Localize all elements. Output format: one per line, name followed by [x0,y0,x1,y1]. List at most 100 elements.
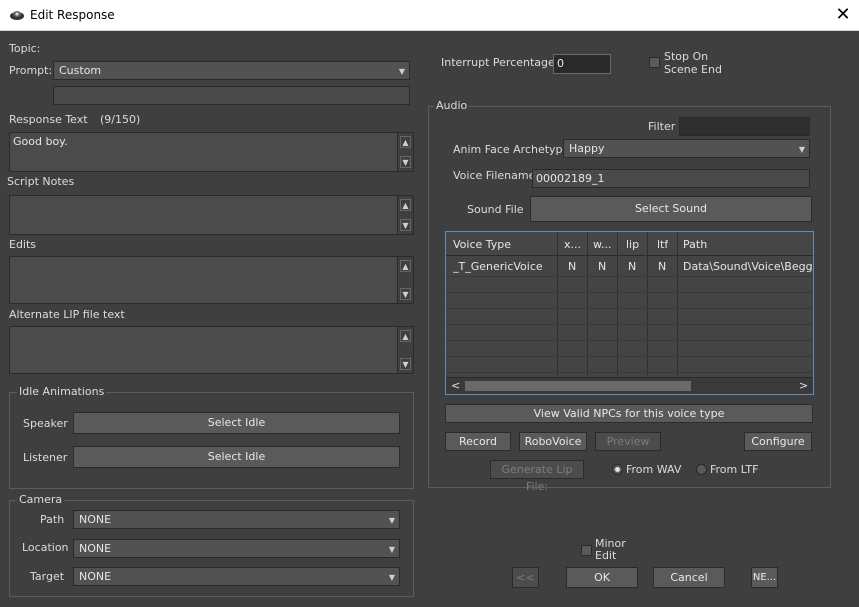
grid-row-line [446,276,813,277]
response-text-scrollbar[interactable]: ▲ ▼ [397,133,413,171]
grid-row-line [446,340,813,341]
stop-on-scene-end-line1: Stop On [664,50,709,63]
scroll-down-icon[interactable]: ▼ [400,358,411,370]
cancel-button[interactable]: Cancel [653,567,725,588]
listener-select-idle-button[interactable]: Select Idle [73,446,400,468]
preview-button[interactable]: Preview [595,432,661,451]
script-notes-label: Script Notes [7,175,75,188]
edits-scrollbar[interactable]: ▲ ▼ [397,257,413,303]
col-lip[interactable]: lip [626,238,639,251]
anim-face-archetype-label: Anim Face Archetype [453,143,570,156]
chevron-down-icon: ▼ [398,67,405,76]
camera-location-value: NONE [79,542,112,555]
row-path: Data\Sound\Voice\Beggar_ [683,260,813,273]
alt-lip-scrollbar[interactable]: ▲ ▼ [397,327,413,373]
ok-button[interactable]: OK [566,567,638,588]
next-button[interactable]: NE... [751,567,778,588]
from-ltf-label: From LTF [710,463,759,476]
view-valid-npcs-button[interactable]: View Valid NPCs for this voice type [445,404,813,423]
camera-label: Camera [17,493,65,506]
minor-edit-line2: Edit [595,549,617,562]
scroll-left-icon[interactable]: < [451,379,460,392]
stop-on-scene-end-line2: Scene End [664,63,722,76]
response-text-count: (9/150) [100,113,141,126]
from-wav-label: From WAV [626,463,682,476]
speaker-select-idle-button[interactable]: Select Idle [73,412,400,434]
interrupt-percentage-label: Interrupt Percentage [441,56,555,69]
generate-lip-file-button[interactable]: Generate Lip File: [490,460,584,493]
prompt-custom-input[interactable] [53,86,410,105]
robovoice-button[interactable]: RoboVoice [519,432,587,451]
filter-input[interactable] [679,117,810,136]
app-icon [10,11,24,20]
anim-face-archetype-select[interactable]: Happy ▼ [563,139,810,158]
scroll-right-icon[interactable]: > [799,379,808,392]
prompt-value: Custom [59,64,102,77]
row-voice-type: _T_GenericVoice [453,260,543,273]
scroll-down-icon[interactable]: ▼ [400,288,411,300]
audio-label: Audio [434,99,470,112]
col-path[interactable]: Path [683,238,707,251]
sound-file-label: Sound File [467,203,524,216]
col-w[interactable]: w... [593,238,611,251]
grid-horizontal-scrollbar[interactable]: < > [446,377,813,394]
response-text-area[interactable]: Good boy. ▲ ▼ [9,132,414,172]
title-bar: Edit Response ✕ [0,0,859,31]
stop-on-scene-end-checkbox[interactable] [649,57,660,68]
scroll-up-icon[interactable]: ▲ [400,136,411,148]
script-notes-scrollbar[interactable]: ▲ ▼ [397,196,413,234]
row-x: N [568,260,577,273]
scroll-up-icon[interactable]: ▲ [400,330,411,342]
idle-animations-label: Idle Animations [17,385,107,398]
alt-lip-label: Alternate LIP file text [9,308,125,321]
from-wav-radio[interactable] [612,464,623,475]
listener-label: Listener [23,451,68,464]
row-w: N [598,260,607,273]
camera-location-select[interactable]: NONE ▼ [73,539,400,558]
location-label: Location [22,541,69,554]
chevron-down-icon: ▼ [798,145,805,154]
grid-row-line [446,372,813,373]
camera-path-select[interactable]: NONE ▼ [73,510,400,529]
idle-animations-group [9,392,414,489]
voice-filename-label: Voice Filename [453,169,536,182]
grid-row-line [446,356,813,357]
camera-path-value: NONE [79,513,112,526]
previous-button[interactable]: << [512,567,539,588]
record-button[interactable]: Record [445,432,511,451]
edits-label: Edits [9,238,37,251]
window-title: Edit Response [30,8,115,22]
scroll-down-icon[interactable]: ▼ [400,156,411,168]
configure-button[interactable]: Configure [744,432,812,451]
from-ltf-radio[interactable] [696,464,707,475]
response-text-label: Response Text [9,113,88,126]
select-sound-button[interactable]: Select Sound [530,196,812,222]
chevron-down-icon: ▼ [388,545,395,554]
scroll-up-icon[interactable]: ▲ [400,260,411,272]
camera-target-select[interactable]: NONE ▼ [73,567,400,586]
voice-filename-input[interactable]: 00002189_1 [532,169,810,188]
prompt-select[interactable]: Custom ▼ [53,61,410,80]
grid-row-line [446,292,813,293]
edits-area[interactable]: ▲ ▼ [9,256,414,304]
chevron-down-icon: ▼ [388,516,395,525]
alt-lip-area[interactable]: ▲ ▼ [9,326,414,374]
grid-row-line [446,308,813,309]
voice-type-grid[interactable]: Voice Type x... w... lip ltf Path _T_Gen… [445,231,814,395]
speaker-label: Speaker [23,417,68,430]
prompt-label: Prompt: [9,64,53,77]
close-icon[interactable]: ✕ [832,4,854,26]
path-label: Path [40,513,65,526]
script-notes-area[interactable]: ▲ ▼ [9,195,414,235]
anim-face-archetype-value: Happy [569,142,605,155]
col-x[interactable]: x... [564,238,581,251]
scroll-up-icon[interactable]: ▲ [400,199,411,211]
scroll-thumb[interactable] [465,381,691,391]
minor-edit-checkbox[interactable] [581,545,592,556]
response-text-value: Good boy. [13,135,68,148]
col-voice-type[interactable]: Voice Type [453,238,511,251]
scroll-down-icon[interactable]: ▼ [400,219,411,231]
col-ltf[interactable]: ltf [657,238,668,251]
row-lip: N [628,260,637,273]
interrupt-percentage-input[interactable]: 0 [553,54,611,74]
